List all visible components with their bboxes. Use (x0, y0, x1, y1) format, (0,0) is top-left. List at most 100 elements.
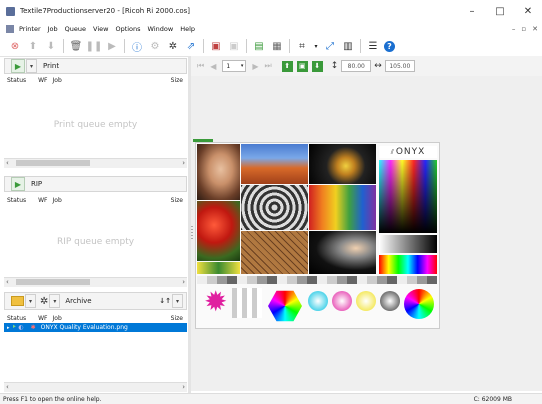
menu-printer[interactable]: Printer (19, 25, 41, 33)
profile-icon[interactable]: ▦ (270, 39, 284, 53)
main-toolbar: ⊗ ⬆ ⬇ 🗑 ❚❚ ▶ ⓘ ⚙ ✲ ⇗ ▣ ▣ ▤ ▦ ⌗ ▾ ⤢ ▥ ☰ ? (0, 36, 542, 57)
photo-flowers (197, 262, 240, 274)
folder-dropdown-icon[interactable]: ▾ (25, 294, 36, 308)
maximize-button[interactable]: □ (486, 0, 514, 22)
scroll-right-icon[interactable]: › (182, 278, 185, 286)
magenta-star-icon: ✹ (204, 285, 228, 318)
last-page-icon[interactable]: ⏭ (265, 61, 272, 71)
gray-ramp (379, 235, 437, 253)
menu-options[interactable]: Options (115, 25, 140, 33)
page-select[interactable]: 1 ▾ (222, 60, 247, 72)
align-center-icon[interactable]: ▣ (296, 60, 308, 72)
align-top-icon[interactable]: ⬆ (281, 60, 293, 72)
scroll-right-icon[interactable]: › (182, 159, 185, 167)
print-start-button[interactable]: ▶ (11, 59, 25, 73)
fit-icon[interactable]: ⤢ (323, 39, 337, 53)
move-up-icon[interactable]: ⬆ (26, 39, 40, 53)
load-media-icon[interactable]: ▤ (252, 39, 266, 53)
col-wf[interactable]: WF (38, 77, 47, 84)
print-scrollbar[interactable]: ‹ › (4, 158, 187, 168)
row-wf-icon: ◐ (18, 324, 24, 331)
rip-start-button[interactable]: ▶ (11, 177, 25, 191)
printer-disabled-icon[interactable]: ▣ (227, 39, 241, 53)
col-size[interactable]: Size (171, 77, 183, 84)
crop-icon[interactable]: ⌗ (295, 39, 309, 53)
prev-page-icon[interactable]: ◀ (210, 62, 216, 71)
menu-view[interactable]: View (93, 25, 108, 33)
scroll-thumb[interactable] (16, 279, 90, 285)
first-page-icon[interactable]: ⏮ (197, 61, 204, 71)
archive-scrollbar[interactable]: ‹ › (4, 382, 187, 392)
col-job[interactable]: Job (53, 197, 62, 204)
rip-queue-empty-message: RIP queue empty (56, 237, 135, 247)
help-icon[interactable]: ? (384, 40, 395, 52)
scroll-thumb[interactable] (16, 160, 90, 166)
minimize-button[interactable]: – (458, 0, 486, 22)
job-properties-icon[interactable]: ⚙ (148, 39, 162, 53)
col-status[interactable]: Status (7, 77, 26, 84)
print-panel-header: ▶ ▾ Print (4, 58, 187, 74)
mdi-minimize-button[interactable]: – (512, 25, 516, 33)
scroll-left-icon[interactable]: ‹ (6, 383, 9, 391)
cyan-circle (308, 291, 328, 311)
archive-panel-title: Archive (65, 297, 92, 305)
sort-icon[interactable]: ↓↑ (159, 297, 171, 305)
print-column-headers: Status WF Job Size (4, 75, 187, 85)
menu-window[interactable]: Window (148, 25, 174, 33)
close-button[interactable]: ✕ (514, 0, 542, 22)
align-bottom-icon[interactable]: ⬇ (311, 60, 323, 72)
archive-panel-header: ▾ ✲ ▾ Archive ↓↑ ▾ (4, 292, 187, 310)
preview-area: ⫽ ONYX ✹ (191, 76, 542, 391)
col-wf[interactable]: WF (38, 315, 47, 322)
print-dropdown-icon[interactable]: ▾ (26, 59, 37, 73)
settings-gear-icon[interactable]: ✲ (166, 39, 180, 53)
folder-icon[interactable] (11, 296, 24, 306)
delete-icon[interactable]: 🗑 (69, 39, 83, 53)
col-wf[interactable]: WF (38, 197, 47, 204)
pause-icon[interactable]: ❚❚ (86, 39, 103, 53)
tile-icon[interactable]: ▥ (341, 39, 355, 53)
archive-gear-icon[interactable]: ✲ (40, 296, 48, 307)
height-input[interactable]: 80.00 (341, 60, 372, 72)
move-down-icon[interactable]: ⬇ (44, 39, 58, 53)
col-size[interactable]: Size (171, 197, 183, 204)
mdi-restore-button[interactable]: ▫ (521, 25, 526, 33)
menu-queue[interactable]: Queue (65, 25, 86, 33)
col-job[interactable]: Job (53, 315, 62, 322)
photo-portrait (197, 144, 240, 200)
play-icon[interactable]: ▶ (105, 39, 119, 53)
test-image[interactable]: ⫽ ONYX ✹ (195, 142, 440, 329)
col-status[interactable]: Status (7, 197, 26, 204)
gear-dropdown-icon[interactable]: ▾ (49, 294, 61, 308)
scroll-left-icon[interactable]: ‹ (6, 159, 9, 167)
width-input[interactable]: 105.00 (384, 60, 415, 72)
sort-dropdown-icon[interactable]: ▾ (172, 294, 183, 308)
preview-splitter-handle[interactable] (191, 226, 193, 240)
open-external-icon[interactable]: ⇗ (184, 39, 198, 53)
scroll-right-icon[interactable]: › (182, 383, 185, 391)
printer-icon[interactable]: ▣ (209, 39, 223, 53)
row-expand-icon[interactable]: ▸ (7, 325, 10, 331)
table-row[interactable]: ▸ ⯈ ◐ ✱ ONYX Quality Evaluation.png (4, 323, 187, 332)
height-icon: ↕ (330, 61, 339, 71)
photo-pencils (309, 185, 376, 230)
rip-scrollbar[interactable]: ‹ › (4, 277, 187, 287)
crop-dropdown-icon[interactable]: ▾ (313, 39, 319, 53)
col-size[interactable]: Size (171, 315, 183, 322)
color-hexagon (268, 290, 302, 322)
menu-job[interactable]: Job (48, 25, 58, 33)
menu-help[interactable]: Help (180, 25, 195, 33)
col-job[interactable]: Job (53, 77, 62, 84)
scroll-left-icon[interactable]: ‹ (6, 278, 9, 286)
info-icon[interactable]: ⓘ (130, 39, 144, 54)
yellow-circle (356, 291, 376, 311)
page-dropdown-icon[interactable]: ▾ (241, 63, 244, 69)
mdi-close-button[interactable]: ✕ (532, 25, 538, 33)
next-page-icon[interactable]: ▶ (252, 62, 258, 71)
onyx-logo-mark-icon: ⫽ (390, 147, 394, 156)
small-patches (232, 288, 262, 318)
col-status[interactable]: Status (7, 315, 26, 322)
stop-icon[interactable]: ⊗ (8, 39, 22, 53)
window-title: Textile7Productionserver20 - [Ricoh Ri 2… (20, 7, 191, 15)
list-icon[interactable]: ☰ (366, 39, 380, 53)
